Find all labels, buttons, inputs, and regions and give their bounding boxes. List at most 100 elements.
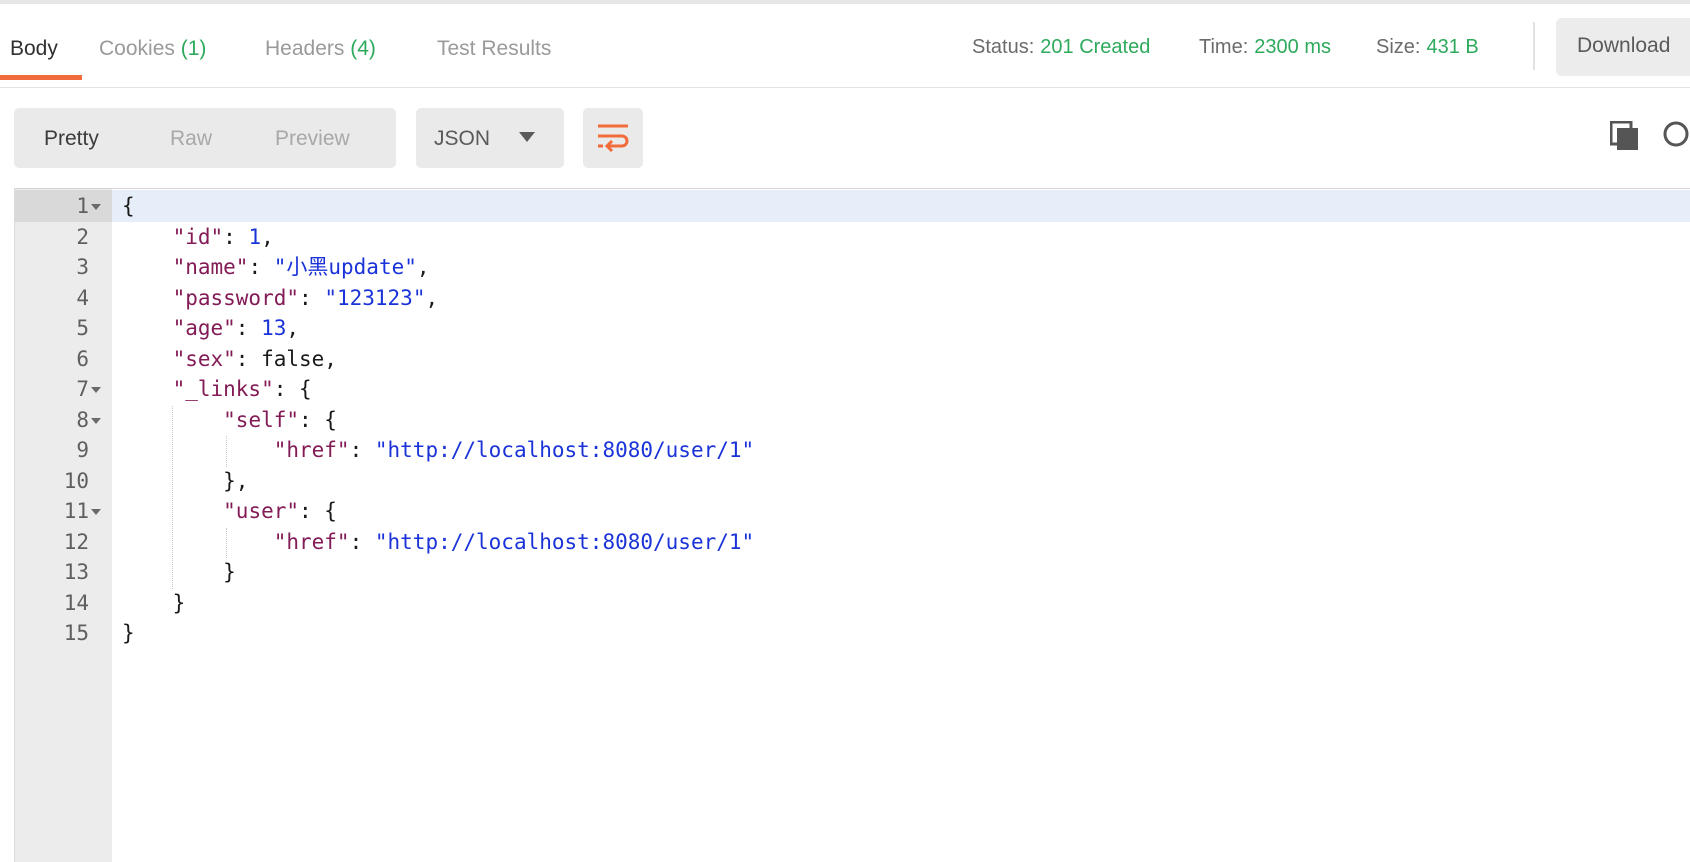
- json-key: "self": [223, 407, 300, 432]
- chevron-down-icon: [519, 132, 535, 142]
- copy-icon: [1609, 120, 1638, 150]
- code-line: },: [122, 465, 248, 497]
- json-key: "password": [172, 285, 300, 310]
- active-line-highlight: [112, 190, 1690, 222]
- line-number: 12: [63, 529, 89, 554]
- code-line: "password": "123123",: [122, 282, 439, 314]
- json-punctuation: :: [349, 438, 375, 462]
- json-string: "http://localhost:8080/user/1": [374, 438, 755, 462]
- json-key: "href": [273, 438, 350, 462]
- json-string: "http://localhost:8080/user/1": [374, 529, 755, 554]
- download-label: Download: [1577, 34, 1671, 57]
- code-line: "_links": {: [122, 373, 312, 405]
- line-number: 3: [76, 255, 89, 279]
- format-select[interactable]: JSON: [416, 108, 564, 168]
- tab-test-results-label: Test Results: [437, 37, 552, 60]
- fold-arrow-icon[interactable]: [91, 387, 101, 393]
- json-key: "href": [273, 529, 350, 554]
- download-button[interactable]: Download: [1556, 18, 1690, 76]
- json-punctuation: : {: [299, 499, 337, 523]
- line-number: 15: [63, 621, 89, 645]
- fold-arrow-icon[interactable]: [91, 204, 101, 210]
- code-line: "age": 13,: [122, 312, 299, 344]
- line-number: 10: [63, 468, 89, 493]
- view-mode-preview[interactable]: Preview: [275, 127, 350, 151]
- tab-cookies[interactable]: Cookies (1): [99, 37, 206, 61]
- response-body-editor[interactable]: 1 2 3 4 5 6 7 8 9 10 11 12 13 14 15 { "id": 1, "name":…: [14, 188, 1690, 862]
- code-line: }: [122, 617, 135, 649]
- code-line: "user": {: [122, 495, 337, 527]
- json-string: "小黑update": [273, 255, 417, 279]
- line-number-gutter: 1 2 3 4 5 6 7 8 9 10 11 12 13 14 15: [14, 189, 113, 862]
- active-tab-indicator: [0, 75, 82, 80]
- json-punctuation: : false,: [235, 346, 337, 371]
- json-number: 1: [248, 224, 262, 249]
- json-punctuation: : {: [299, 407, 337, 432]
- header-divider: [0, 87, 1690, 88]
- wrap-lines-button[interactable]: [583, 108, 643, 168]
- json-punctuation: }: [122, 621, 135, 645]
- tab-headers[interactable]: Headers (4): [265, 37, 376, 61]
- line-number: 13: [63, 560, 89, 584]
- code-line: }: [122, 556, 236, 588]
- json-number: 13: [261, 316, 287, 340]
- line-number: 11: [63, 499, 89, 523]
- top-border: [0, 0, 1690, 4]
- tab-body-label: Body: [10, 37, 58, 60]
- json-key: "age": [172, 316, 236, 340]
- time-label: Time:: [1199, 36, 1249, 58]
- json-punctuation: ,: [425, 285, 439, 310]
- line-number: 5: [76, 316, 89, 340]
- code-line: "id": 1,: [122, 221, 274, 253]
- line-number: 6: [76, 346, 89, 371]
- tab-test-results[interactable]: Test Results: [437, 37, 551, 61]
- code-line: }: [122, 587, 186, 619]
- wrap-lines-icon: [598, 124, 629, 153]
- indent-guide: [226, 436, 227, 467]
- status-indicator: Status: 201 Created: [972, 36, 1150, 59]
- json-key: "sex": [172, 346, 236, 371]
- json-punctuation: :: [248, 255, 274, 279]
- fold-arrow-icon[interactable]: [91, 417, 101, 424]
- json-punctuation: :: [223, 224, 249, 249]
- tab-headers-count: (4): [350, 37, 376, 60]
- code-line: "href": "http://localhost:8080/user/1": [122, 526, 754, 558]
- json-punctuation: }: [172, 590, 186, 615]
- json-key: "name": [172, 255, 249, 279]
- code-line: "href": "http://localhost:8080/user/1": [122, 434, 754, 466]
- copy-button[interactable]: [1609, 120, 1640, 156]
- size-value: 431 B: [1426, 36, 1479, 58]
- json-key: "id": [172, 224, 224, 249]
- tab-cookies-label: Cookies: [99, 37, 175, 60]
- time-value: 2300 ms: [1254, 36, 1331, 58]
- json-punctuation: :: [299, 285, 325, 310]
- tab-body[interactable]: Body: [10, 37, 58, 61]
- size-indicator[interactable]: Size: 431 B: [1376, 36, 1479, 59]
- search-button[interactable]: [1662, 120, 1690, 157]
- json-punctuation: :: [235, 316, 262, 340]
- status-divider: [1533, 22, 1535, 70]
- view-mode-raw[interactable]: Raw: [170, 127, 212, 151]
- line-number: 2: [76, 224, 89, 249]
- line-number: 7: [76, 377, 89, 401]
- tab-cookies-count: (1): [180, 37, 207, 60]
- indent-guide: [226, 527, 227, 558]
- line-number: 1: [76, 194, 89, 218]
- code-line: {: [122, 190, 135, 222]
- json-punctuation: ,: [286, 316, 300, 340]
- indent-guide: [172, 405, 173, 589]
- fold-arrow-icon[interactable]: [91, 509, 101, 515]
- line-number: 9: [76, 438, 89, 462]
- json-key: "_links": [172, 377, 274, 401]
- code-line: "self": {: [122, 404, 337, 436]
- line-number: 8: [76, 407, 89, 432]
- json-punctuation: : {: [273, 377, 312, 401]
- json-punctuation: :: [349, 529, 375, 554]
- view-mode-pretty[interactable]: Pretty: [44, 127, 99, 151]
- format-select-value: JSON: [434, 127, 491, 150]
- search-icon: [1663, 121, 1689, 147]
- json-key: "user": [223, 499, 300, 523]
- size-label: Size:: [1376, 36, 1421, 58]
- json-punctuation: ,: [261, 224, 274, 249]
- json-punctuation: }: [223, 560, 236, 584]
